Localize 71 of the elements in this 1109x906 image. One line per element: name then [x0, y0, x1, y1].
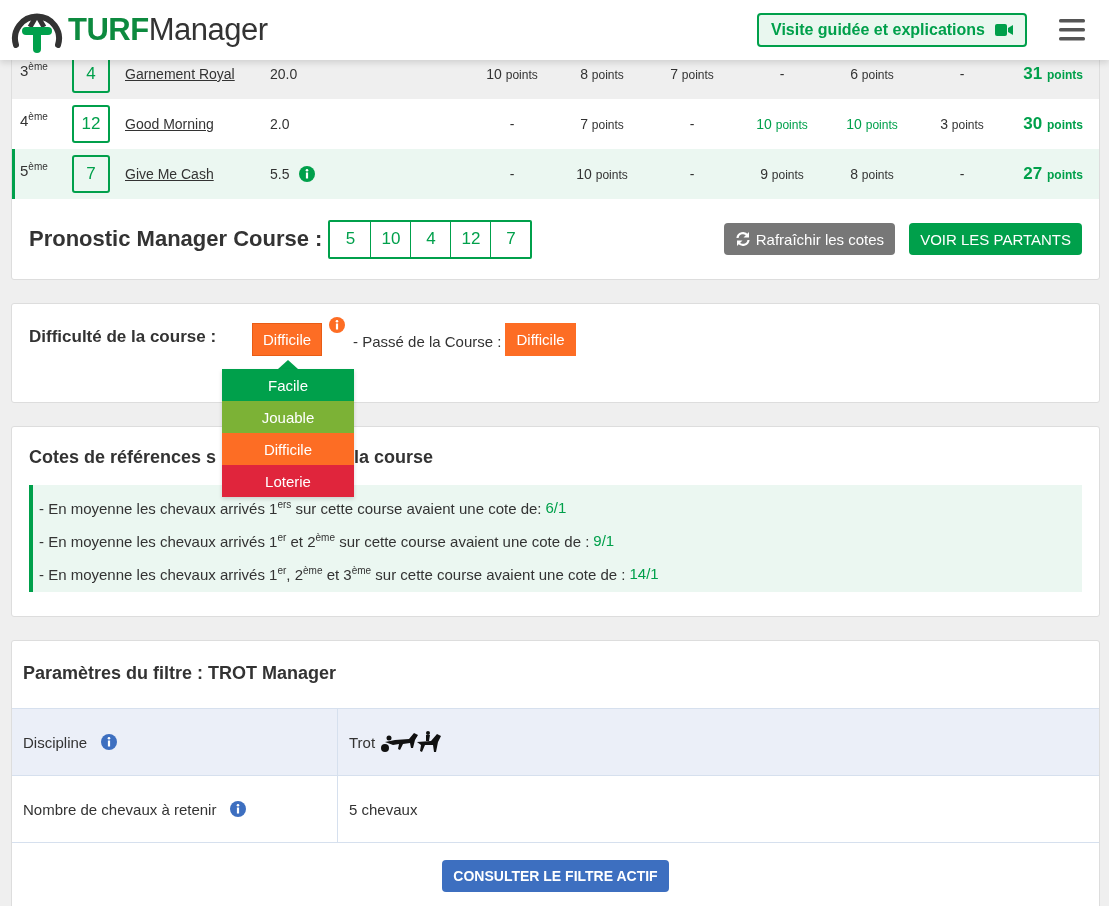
score-text: 10 points — [755, 116, 809, 132]
filter-label: Discipline — [23, 733, 88, 751]
info-icon[interactable] — [299, 166, 316, 182]
score-text: 7 points — [669, 66, 715, 82]
score-text: 6 points — [849, 66, 895, 82]
score-text: 9 points — [759, 166, 805, 182]
past-difficulty-badge: Difficile — [505, 323, 576, 356]
pronostic-number: 5 — [344, 228, 357, 250]
difficulty-option[interactable]: Difficile — [222, 433, 354, 465]
odds-sentence: - En moyenne les chevaux arrivés 1$^{er}$ et 2$^{ème}$ sur cette course avaient une cote de : — [39, 531, 590, 550]
difficulty-dropdown[interactable]: Difficile — [252, 323, 323, 356]
score-text: - — [958, 166, 966, 182]
pronostic-number: 12 — [450, 221, 491, 257]
score-text: 3 points — [939, 116, 985, 132]
odds-text: 5.5 — [270, 166, 290, 182]
score-text: - — [688, 116, 696, 132]
info-icon[interactable] — [101, 734, 118, 750]
horse-number: 12 — [72, 105, 110, 143]
score-text: - — [508, 116, 516, 132]
total-score: 27 points — [1022, 164, 1084, 184]
menu-pointer-icon — [278, 360, 298, 369]
horse-name-link[interactable]: Good Morning — [125, 116, 214, 132]
score-text: 10 points — [485, 66, 539, 82]
filter-value: 5 chevaux — [349, 800, 418, 818]
filter-value: Trot — [349, 733, 376, 751]
section-heading: Cotes de références s — [29, 447, 218, 468]
refresh-odds-button[interactable]: Rafraîchir les cotes — [723, 223, 896, 255]
odds-value: 9/1 — [593, 532, 615, 549]
score-text: - — [778, 66, 786, 82]
horse-name-link[interactable]: Give Me Cash — [125, 166, 214, 182]
view-active-filter-button[interactable]: CONSULTER LE FILTRE ACTIF — [442, 860, 669, 892]
past-difficulty-label: - Passé de la Course : — [353, 333, 502, 350]
rank-text: 5$^{ème}$ — [20, 160, 49, 179]
score-text: 10 points — [845, 116, 899, 132]
difficulty-option[interactable]: Loterie — [222, 465, 354, 497]
total-score: 31 points — [1022, 64, 1084, 84]
total-score: 30 points — [1022, 114, 1084, 134]
odds-value: 14/1 — [629, 565, 659, 582]
horse-name-link[interactable]: Garnement Royal — [125, 66, 235, 82]
odds-text: 2.0 — [270, 116, 290, 132]
video-camera-icon — [995, 24, 1013, 36]
refresh-icon — [734, 231, 751, 247]
pronostic-label: Pronostic Manager Course : — [29, 226, 323, 252]
score-text: - — [958, 66, 966, 82]
brand-name: TURFManager — [68, 12, 268, 48]
rank-text: 4$^{ème}$ — [20, 110, 49, 129]
rank-text: 3$^{ème}$ — [20, 60, 49, 79]
score-text: - — [508, 166, 516, 182]
menu-icon[interactable] — [1059, 19, 1085, 41]
pronostic-number: 4 — [410, 221, 451, 257]
score-text: 7 points — [579, 116, 625, 132]
difficulty-label: Difficulté de la course : — [29, 327, 218, 347]
score-text: 8 points — [849, 166, 895, 182]
horse-number: 7 — [72, 155, 110, 193]
info-icon[interactable] — [329, 317, 346, 333]
info-icon[interactable] — [230, 801, 247, 817]
section-heading: la course — [354, 447, 434, 468]
filter-label: Nombre de chevaux à retenir — [23, 800, 217, 818]
score-text: 10 points — [575, 166, 629, 182]
odds-text: 20.0 — [270, 66, 298, 82]
odds-value: 6/1 — [545, 499, 567, 516]
pronostic-number: 10 — [370, 221, 411, 257]
difficulty-option[interactable]: Jouable — [222, 401, 354, 433]
filter-title: Paramètres du filtre : TROT Manager — [22, 662, 338, 685]
odds-sentence: - En moyenne les chevaux arrivés 1$^{er}$, 2$^{ème}$ et 3$^{ème}$ sur cette course avaient une cote de : — [39, 564, 626, 583]
guided-tour-button[interactable]: Visite guidée et explications — [757, 13, 1027, 47]
pronostic-number: 7 — [490, 221, 531, 257]
view-runners-button[interactable]: VOIR LES PARTANTS — [909, 223, 1082, 255]
score-text: 8 points — [579, 66, 625, 82]
score-text: - — [688, 166, 696, 182]
odds-sentence: - En moyenne les chevaux arrivés 1$^{ers}$ sur cette course avaient une cote de: — [39, 498, 542, 517]
